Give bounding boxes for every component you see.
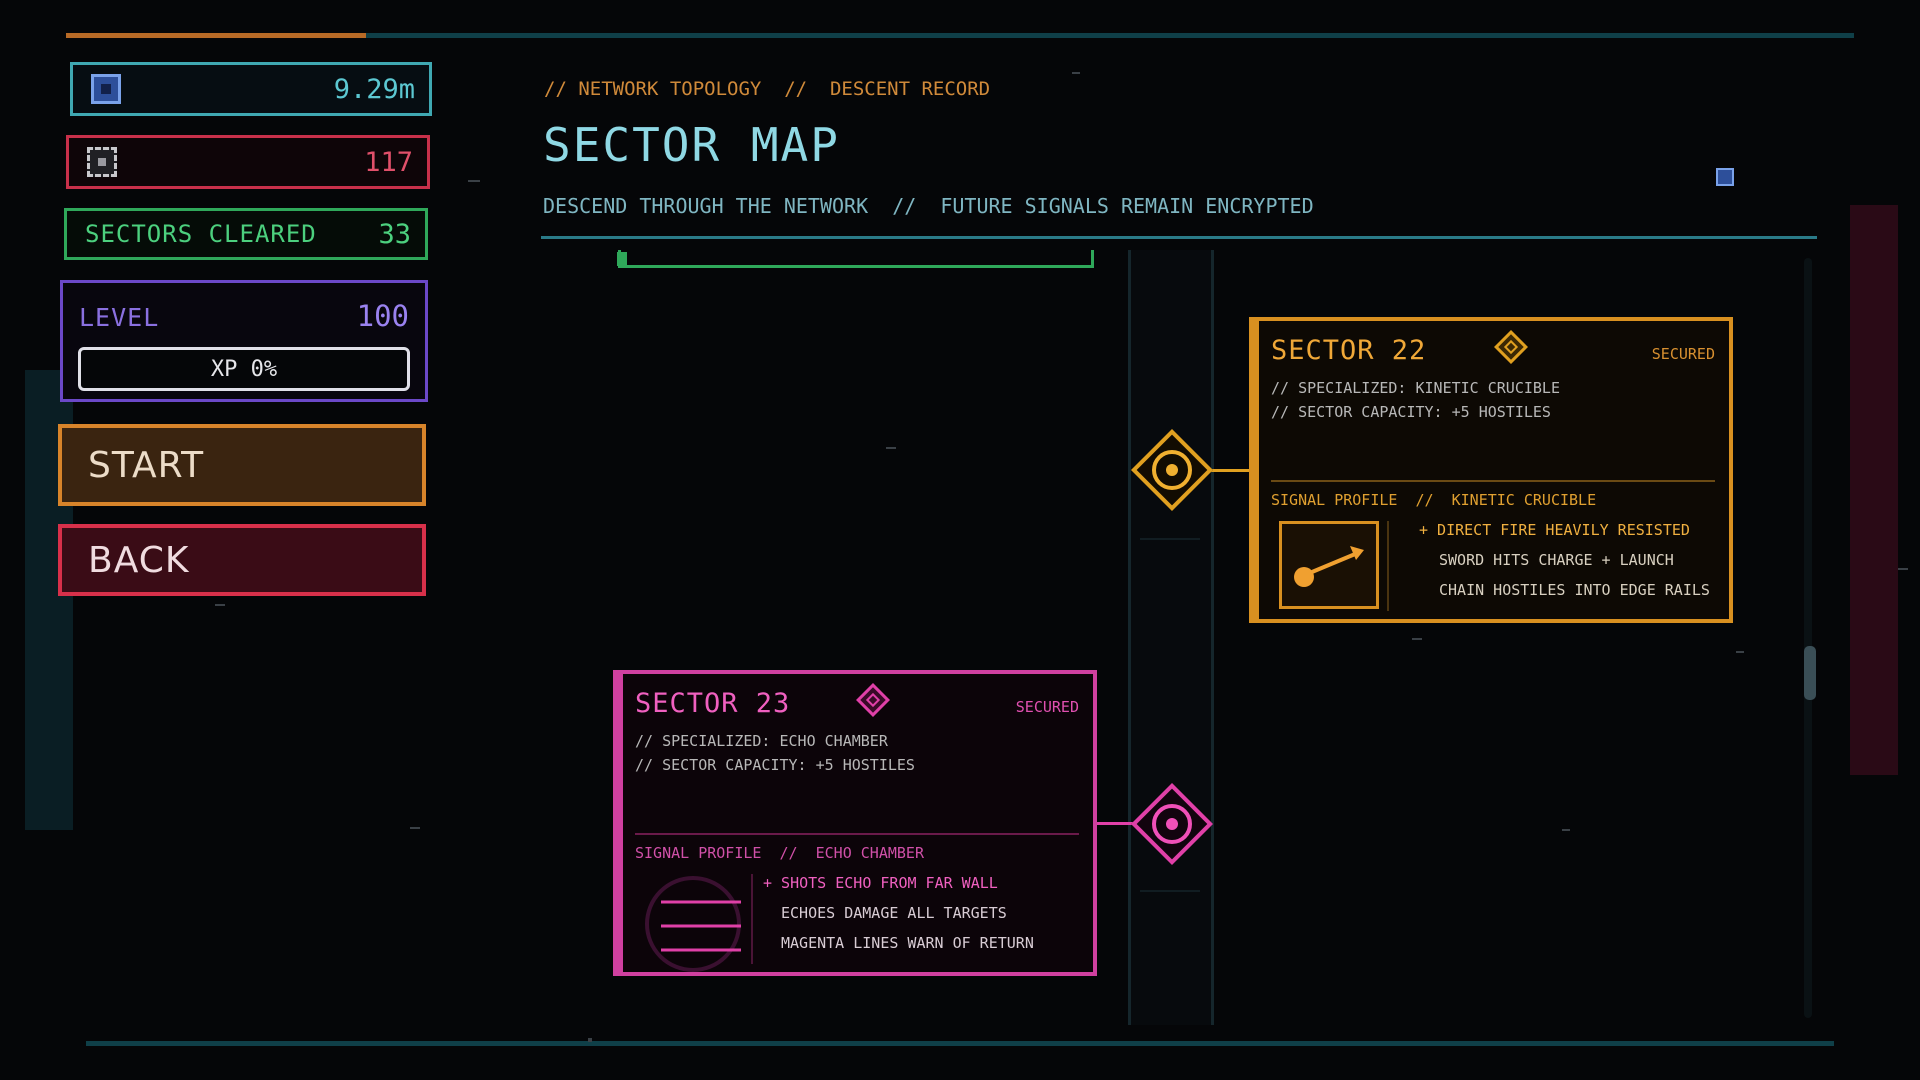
bg-speck xyxy=(215,604,225,606)
sector-title: SECTOR 23 xyxy=(635,688,791,719)
xp-label: XP 0% xyxy=(210,356,278,382)
signal-profile: SIGNAL PROFILE // KINETIC CRUCIBLE xyxy=(1271,491,1597,509)
card-separator xyxy=(751,874,753,964)
echo-wave-icon xyxy=(643,874,743,972)
bg-speck xyxy=(588,1038,592,1042)
sector-title: SECTOR 22 xyxy=(1271,335,1427,366)
sectors-cleared-stat: SECTORS CLEARED 33 xyxy=(64,208,428,260)
bg-speck xyxy=(886,447,896,449)
bg-speck xyxy=(1072,72,1080,74)
xp-bar: XP 0% xyxy=(78,347,410,391)
sectors-cleared-value: 33 xyxy=(378,218,411,250)
scrollbar-track[interactable] xyxy=(1804,258,1812,1018)
sector-emblem-icon xyxy=(1494,330,1528,364)
breadcrumb: // NETWORK TOPOLOGY // DESCENT RECORD xyxy=(544,78,991,100)
sector-specialization: // SPECIALIZED: KINETIC CRUCIBLE xyxy=(1271,379,1560,397)
page-title: SECTOR MAP xyxy=(543,118,840,172)
sector-status: SECURED xyxy=(1651,345,1715,363)
previous-sector-card-edge xyxy=(618,250,1094,268)
sector-emblem-icon xyxy=(856,683,890,717)
previous-sector-card-accent xyxy=(617,252,627,266)
right-edge-glow xyxy=(1850,205,1898,775)
sector-23-card[interactable]: SECTOR 23 SECURED // SPECIALIZED: ECHO C… xyxy=(613,670,1097,976)
profile-line: MAGENTA LINES WARN OF RETURN xyxy=(781,934,1034,952)
sector-23-node-icon xyxy=(1152,804,1192,844)
back-button[interactable]: BACK xyxy=(58,524,426,596)
card-divider xyxy=(1271,480,1715,482)
kills-value: 117 xyxy=(364,146,413,178)
card-divider xyxy=(635,833,1079,835)
sector-22-connector xyxy=(1210,469,1252,472)
bg-speck xyxy=(468,180,480,182)
profile-line: CHAIN HOSTILES INTO EDGE RAILS xyxy=(1439,581,1710,599)
sector-capacity: // SECTOR CAPACITY: +5 HOSTILES xyxy=(1271,403,1551,421)
bg-speck xyxy=(1412,638,1422,640)
level-panel: LEVEL 100 XP 0% xyxy=(60,280,428,402)
sector-22-card[interactable]: SECTOR 22 SECURED // SPECIALIZED: KINETI… xyxy=(1249,317,1733,623)
level-value: 100 xyxy=(356,299,409,333)
profile-line: SWORD HITS CHARGE + LAUNCH xyxy=(1439,551,1674,569)
profile-line: ECHOES DAMAGE ALL TARGETS xyxy=(781,904,1007,922)
distance-stat: 9.29m xyxy=(70,62,432,116)
network-node-icon xyxy=(1716,168,1734,186)
start-button[interactable]: START xyxy=(58,424,426,506)
distance-value: 9.29m xyxy=(333,73,415,105)
scrollbar-thumb[interactable] xyxy=(1804,646,1816,700)
sector-track xyxy=(1128,250,1214,1025)
frame-top-accent xyxy=(66,33,366,38)
profile-line: + SHOTS ECHO FROM FAR WALL xyxy=(763,874,998,892)
sector-capacity: // SECTOR CAPACITY: +5 HOSTILES xyxy=(635,756,915,774)
frame-bottom-line xyxy=(86,1041,1834,1046)
bg-speck xyxy=(410,827,420,829)
header-divider xyxy=(541,236,1817,239)
signal-profile: SIGNAL PROFILE // ECHO CHAMBER xyxy=(635,844,924,862)
kills-stat: 117 xyxy=(66,135,430,189)
track-tick xyxy=(1140,538,1200,540)
bg-speck xyxy=(1736,651,1744,653)
sector-status: SECURED xyxy=(1015,698,1079,716)
bg-speck xyxy=(1898,568,1908,570)
card-separator xyxy=(1387,521,1389,611)
sector-22-node-icon xyxy=(1152,450,1192,490)
depth-icon xyxy=(91,74,121,104)
skull-icon xyxy=(87,147,117,177)
level-label: LEVEL xyxy=(79,303,160,332)
sectors-cleared-label: SECTORS CLEARED xyxy=(85,220,317,248)
track-tick xyxy=(1140,890,1200,892)
profile-line: + DIRECT FIRE HEAVILY RESISTED xyxy=(1419,521,1690,539)
page-subtitle: DESCEND THROUGH THE NETWORK // FUTURE SI… xyxy=(543,194,1314,218)
kinetic-launch-icon xyxy=(1279,521,1379,609)
bg-speck xyxy=(1562,829,1570,831)
sector-specialization: // SPECIALIZED: ECHO CHAMBER xyxy=(635,732,888,750)
